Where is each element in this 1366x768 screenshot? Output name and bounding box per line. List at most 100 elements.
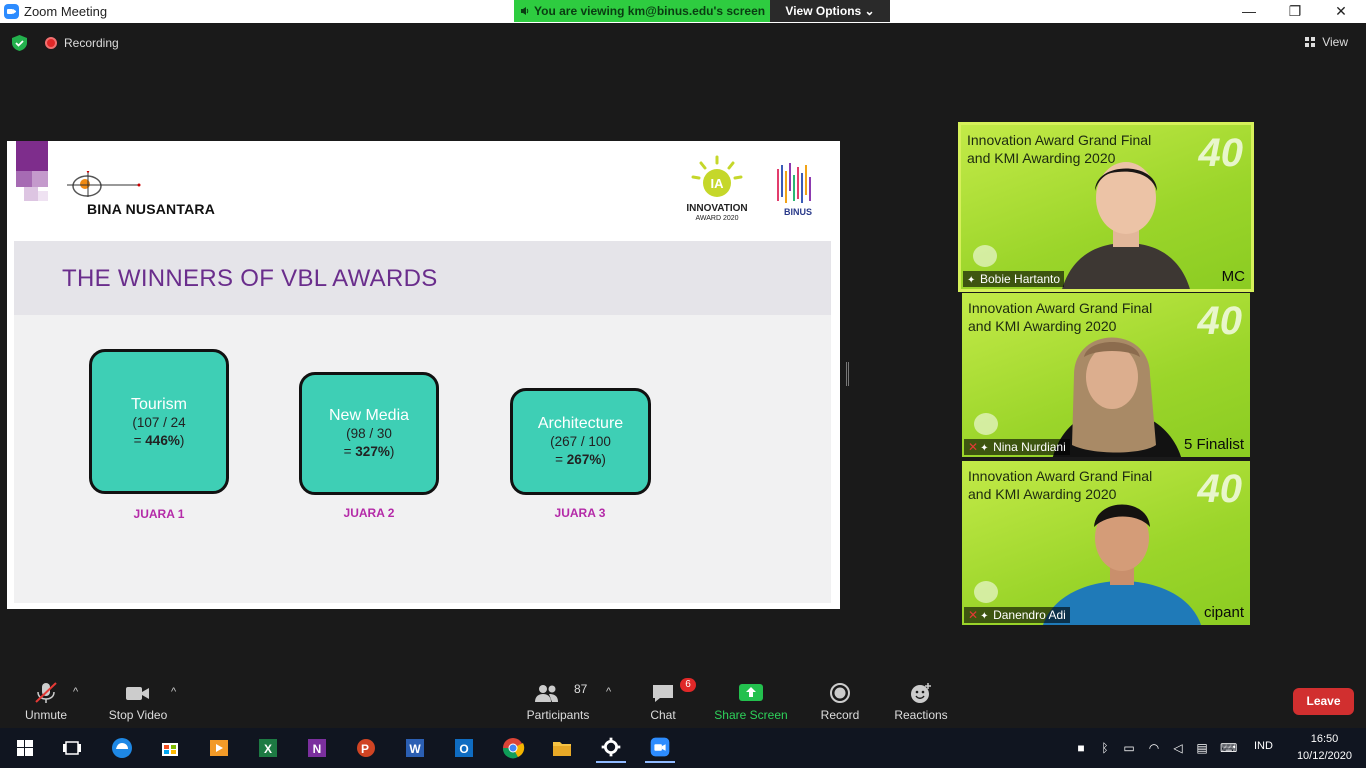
muted-mic-icon: ✕ — [968, 608, 979, 622]
leave-meeting-button[interactable]: Leave — [1293, 688, 1354, 715]
chrome-icon[interactable] — [498, 733, 528, 763]
video-tile[interactable]: Innovation Award Grand Final and KMI Awar… — [962, 461, 1250, 625]
lightbulb-icon: IA — [691, 155, 743, 197]
word-icon[interactable]: W — [400, 733, 430, 763]
onenote-icon[interactable]: N — [302, 733, 332, 763]
award-result: = 267%) — [555, 452, 606, 467]
title-bar: Zoom Meeting You are viewing km@binus.ed… — [0, 0, 1366, 23]
keyboard-icon[interactable]: ⌨ — [1220, 740, 1237, 756]
wifi-icon[interactable]: ◠ — [1146, 740, 1162, 756]
innovation-award-logo: IA INNOVATION AWARD 2020 — [683, 155, 751, 225]
chat-button[interactable]: 6 Chat — [640, 672, 696, 728]
settings-gear-icon[interactable] — [596, 733, 626, 763]
close-button[interactable]: ✕ — [1318, 0, 1364, 23]
record-icon — [830, 683, 850, 703]
excel-icon[interactable]: X — [253, 733, 283, 763]
muted-mic-icon — [35, 682, 57, 703]
svg-text:W: W — [409, 742, 421, 756]
security-shield-icon[interactable] — [12, 35, 27, 51]
award-card-architecture: Architecture (267 / 100 = 267%) — [510, 388, 651, 495]
award-card-new-media: New Media (98 / 30 = 327%) — [299, 372, 439, 495]
award-card-tourism: Tourism (107 / 24 = 446%) — [89, 349, 229, 494]
participant-name: Bobie Hartanto — [980, 272, 1061, 286]
record-button[interactable]: Record — [814, 672, 866, 728]
participant-video-person — [1043, 504, 1201, 625]
slide-title-band: THE WINNERS OF VBL AWARDS — [14, 241, 831, 315]
video-player-icon[interactable] — [204, 733, 234, 763]
role-badge: cipant — [1203, 604, 1244, 621]
award-category: Architecture — [537, 415, 624, 432]
participants-options-caret[interactable]: ^ — [606, 686, 611, 698]
video-options-caret[interactable]: ^ — [171, 686, 176, 698]
restore-button[interactable]: ❐ — [1272, 0, 1318, 23]
recording-label: Recording — [64, 36, 119, 50]
pin-icon: ✦ — [967, 275, 976, 286]
lightbulb-icon — [973, 245, 997, 267]
participant-name-bar: ✕ ✦ Nina Nurdiani — [964, 439, 1070, 455]
system-clock[interactable]: 16:50 10/12/2020 — [1297, 731, 1352, 765]
record-label: Record — [820, 708, 860, 722]
award-result: = 446%) — [133, 433, 185, 448]
participant-name: Danendro Adi — [993, 608, 1066, 622]
meeting-toolbar: Unmute ^ Stop Video ^ 87 Participants ^ … — [0, 672, 1366, 728]
participants-icon — [535, 685, 559, 702]
battery-icon[interactable]: ▭ — [1121, 740, 1137, 756]
edge-browser-icon[interactable] — [107, 733, 137, 763]
bluetooth-icon[interactable]: ᛒ — [1097, 740, 1113, 756]
award-rank-2: JUARA 2 — [343, 506, 395, 520]
view-button[interactable]: View — [1305, 35, 1348, 49]
award-result: = 327%) — [343, 444, 395, 459]
participants-label: Participants — [526, 708, 590, 722]
svg-text:N: N — [313, 742, 322, 756]
ia-logo-subtitle: AWARD 2020 — [695, 215, 739, 222]
minimize-button[interactable]: — — [1226, 0, 1272, 23]
chat-label: Chat — [650, 708, 676, 722]
video-tile[interactable]: Innovation Award Grand Final and KMI Awar… — [958, 122, 1254, 292]
decorative-squares — [16, 141, 48, 201]
award-category: Tourism — [130, 396, 187, 413]
reactions-smiley-icon — [911, 683, 931, 703]
award-ratio: (98 / 30 — [346, 426, 392, 441]
svg-text:IA: IA — [711, 176, 725, 191]
reactions-button[interactable]: Reactions — [890, 672, 952, 728]
powerpoint-icon[interactable]: P — [351, 733, 381, 763]
input-language[interactable]: IND — [1254, 740, 1273, 752]
lightbulb-icon — [974, 413, 998, 435]
binus-logo-text: BINUS — [784, 207, 813, 217]
file-explorer-icon[interactable] — [547, 733, 577, 763]
participants-button[interactable]: 87 Participants — [524, 672, 592, 728]
notifications-icon[interactable]: ▤ — [1194, 740, 1210, 756]
award-rank-3: JUARA 3 — [554, 506, 606, 520]
award-rank-1: JUARA 1 — [133, 507, 185, 521]
share-screen-icon — [739, 684, 763, 701]
microsoft-store-icon[interactable] — [155, 733, 185, 763]
panel-splitter-handle[interactable] — [846, 362, 849, 386]
zoom-tray-icon[interactable]: ■ — [1073, 740, 1089, 756]
participant-name-bar: ✦ Bobie Hartanto — [963, 271, 1065, 287]
viewing-screen-banner: You are viewing km@binus.edu's screen — [514, 0, 770, 22]
view-options-button[interactable]: View Options ⌄ — [770, 0, 890, 22]
unmute-button[interactable]: Unmute — [18, 672, 74, 728]
speaker-icon — [521, 7, 529, 15]
zoom-logo-icon — [4, 4, 19, 19]
windows-start-icon[interactable] — [10, 733, 40, 763]
stop-video-button[interactable]: Stop Video — [104, 672, 172, 728]
window-title: Zoom Meeting — [24, 4, 108, 19]
slide-title: THE WINNERS OF VBL AWARDS — [62, 265, 438, 292]
binus-40-watermark: 40 — [1198, 131, 1244, 175]
participants-count: 87 — [574, 682, 588, 696]
task-view-icon[interactable] — [57, 733, 87, 763]
role-badge: MC — [1221, 268, 1245, 285]
video-tile[interactable]: Innovation Award Grand Final and KMI Awar… — [962, 293, 1250, 457]
audio-options-caret[interactable]: ^ — [73, 686, 78, 698]
clock-date: 10/12/2020 — [1296, 750, 1352, 762]
outlook-icon[interactable]: O — [449, 733, 479, 763]
stop-video-label: Stop Video — [108, 708, 168, 722]
zoom-app-icon[interactable] — [645, 733, 675, 763]
volume-icon[interactable]: ◁ — [1170, 740, 1186, 756]
award-ratio: (107 / 24 — [132, 415, 186, 430]
share-screen-button[interactable]: Share Screen — [712, 672, 790, 728]
pin-icon: ✦ — [980, 611, 989, 622]
binus-40-icon — [777, 163, 811, 203]
participant-name: Nina Nurdiani — [993, 440, 1066, 454]
